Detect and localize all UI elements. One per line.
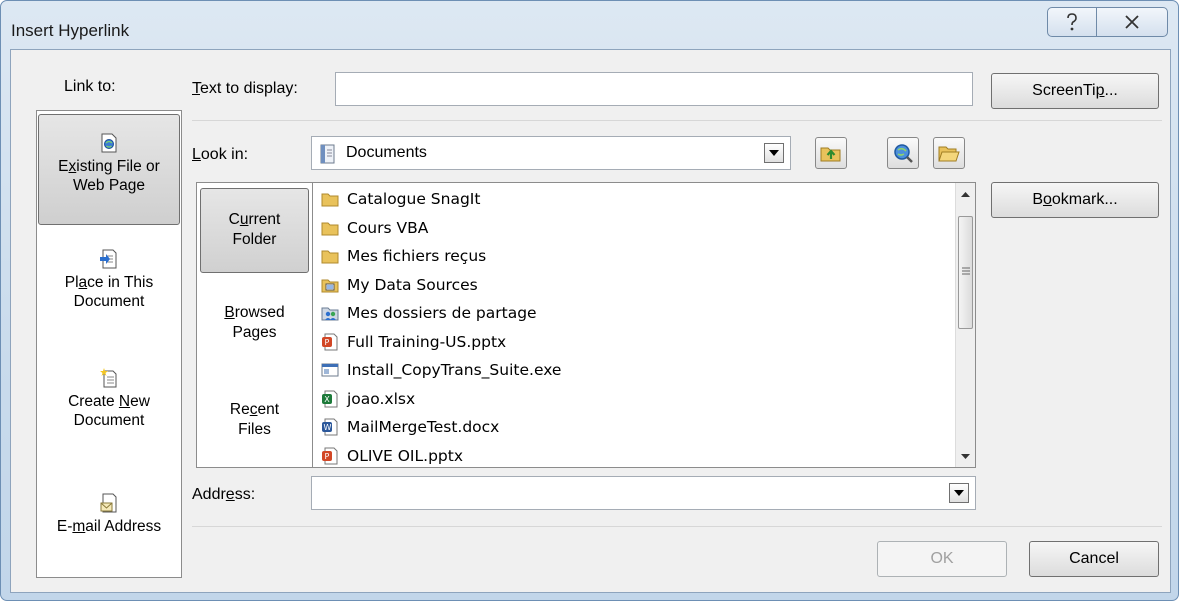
dialog-title: Insert Hyperlink — [11, 21, 130, 40]
browse-the-web-button[interactable] — [887, 137, 919, 169]
look-in-combobox[interactable]: Documents — [311, 136, 791, 170]
file-name: Cours VBA — [347, 218, 429, 237]
file-list-item[interactable]: Cours VBA — [321, 216, 428, 240]
file-list-item[interactable]: Install_CopyTrans_Suite.exe — [321, 358, 561, 382]
file-name: OLIVE OIL.pptx — [347, 446, 463, 465]
link-to-label: Link to: — [64, 78, 116, 95]
address-input[interactable] — [311, 476, 976, 510]
file-list[interactable]: Catalogue SnagIt Cours VBA Mes fichiers re… — [312, 182, 976, 468]
scroll-up-arrow[interactable] — [956, 185, 975, 203]
file-name: Mes dossiers de partage — [347, 304, 537, 322]
data-sources-folder-icon — [321, 276, 339, 294]
excel-file-icon: X — [321, 390, 339, 408]
documents-icon — [320, 144, 335, 164]
file-name: Mes fichiers reçus — [347, 247, 487, 265]
file-name: Full Training-US.pptx — [347, 332, 507, 351]
browse-for-file-button[interactable] — [933, 137, 965, 169]
browse-file-icon — [938, 146, 960, 162]
grip-icon — [962, 267, 970, 275]
address-dropdown-arrow[interactable] — [949, 483, 969, 503]
look-in-label: Look in: — [192, 146, 249, 163]
folder-icon — [321, 190, 339, 208]
nav-current-folder[interactable]: Current Folder — [200, 188, 309, 273]
scroll-down-icon — [961, 453, 970, 459]
file-name: My Data Sources — [347, 275, 478, 294]
link-to-bar: Existing File or Web Page Place in This … — [36, 110, 182, 578]
file-list-item[interactable]: My Data Sources — [321, 273, 478, 297]
file-name: MailMergeTest.docx — [347, 418, 500, 436]
dialog-body: Link to: Existing File or Web Page Place… — [10, 49, 1171, 593]
file-list-item[interactable]: W MailMergeTest.docx — [321, 415, 499, 439]
folder-icon — [321, 219, 339, 237]
place-in-document-icon — [100, 249, 117, 269]
browse-web-icon — [894, 144, 913, 163]
word-file-icon: W — [321, 418, 339, 436]
chevron-down-icon — [769, 150, 779, 156]
link-email-address[interactable]: E-mail Address — [38, 481, 180, 571]
close-button[interactable] — [1096, 7, 1168, 37]
screentip-button[interactable]: ScreenTi p... — [991, 73, 1159, 109]
link-create-new-document[interactable]: Create New Document — [38, 364, 180, 464]
insert-hyperlink-dialog: Insert Hyperlink Link to: Existing File … — [0, 0, 1179, 601]
cancel-button[interactable]: Cancel — [1029, 541, 1159, 577]
email-address-icon — [100, 493, 117, 513]
browse-navigation: Current Folder Browsed Pages Recent File… — [196, 182, 313, 468]
chevron-down-icon — [954, 490, 964, 496]
existing-file-icon — [101, 133, 117, 153]
file-name: joao.xlsx — [347, 389, 416, 408]
file-list-item[interactable]: Xjoao.xlsx — [321, 387, 415, 411]
svg-text:W: W — [324, 423, 332, 432]
svg-text:X: X — [324, 395, 330, 404]
file-name: Catalogue SnagIt — [347, 190, 481, 208]
exe-file-icon — [321, 361, 339, 379]
folder-icon — [321, 247, 339, 265]
ok-button[interactable]: OK — [877, 541, 1007, 577]
shared-folder-icon — [321, 304, 339, 322]
link-existing-file-or-web-page[interactable]: Existing File or Web Page — [38, 114, 180, 225]
powerpoint-file-icon: P — [321, 447, 339, 465]
up-folder-icon — [820, 147, 841, 162]
powerpoint-file-icon: P — [321, 333, 339, 351]
svg-text:P: P — [325, 452, 330, 461]
scroll-up-icon — [961, 191, 970, 197]
create-new-document-icon — [100, 368, 117, 388]
bookmark-button[interactable]: Bo okmark... — [991, 182, 1159, 218]
file-list-item[interactable]: Catalogue SnagIt — [321, 187, 480, 211]
svg-text:P: P — [325, 338, 330, 347]
file-list-item[interactable]: P OLIVE OIL.pptx — [321, 444, 463, 468]
text-to-display-input[interactable] — [335, 72, 973, 106]
file-list-scrollbar[interactable] — [955, 183, 975, 467]
text-to-display-label: Text to display: — [192, 80, 298, 97]
help-button[interactable] — [1047, 7, 1097, 37]
up-one-folder-button[interactable] — [815, 137, 847, 169]
nav-browsed-pages[interactable]: Browsed Pages — [197, 303, 312, 353]
look-in-dropdown-arrow[interactable] — [764, 143, 784, 163]
link-place-in-this-document[interactable]: Place in This Document — [38, 245, 180, 345]
separator — [192, 526, 1162, 527]
file-list-item[interactable]: P Full Training-US.pptx — [321, 330, 506, 354]
scroll-down-arrow[interactable] — [956, 447, 975, 465]
scroll-thumb[interactable] — [958, 216, 973, 329]
help-icon — [1067, 13, 1077, 31]
file-name: Install_CopyTrans_Suite.exe — [347, 361, 562, 379]
nav-recent-files[interactable]: Recent Files — [197, 400, 312, 450]
file-list-item[interactable]: Mes dossiers de partage — [321, 301, 537, 325]
close-icon — [1125, 15, 1139, 29]
separator — [192, 120, 1162, 121]
address-label: Address: — [192, 486, 256, 503]
file-list-item[interactable]: Mes fichiers reçus — [321, 244, 486, 268]
